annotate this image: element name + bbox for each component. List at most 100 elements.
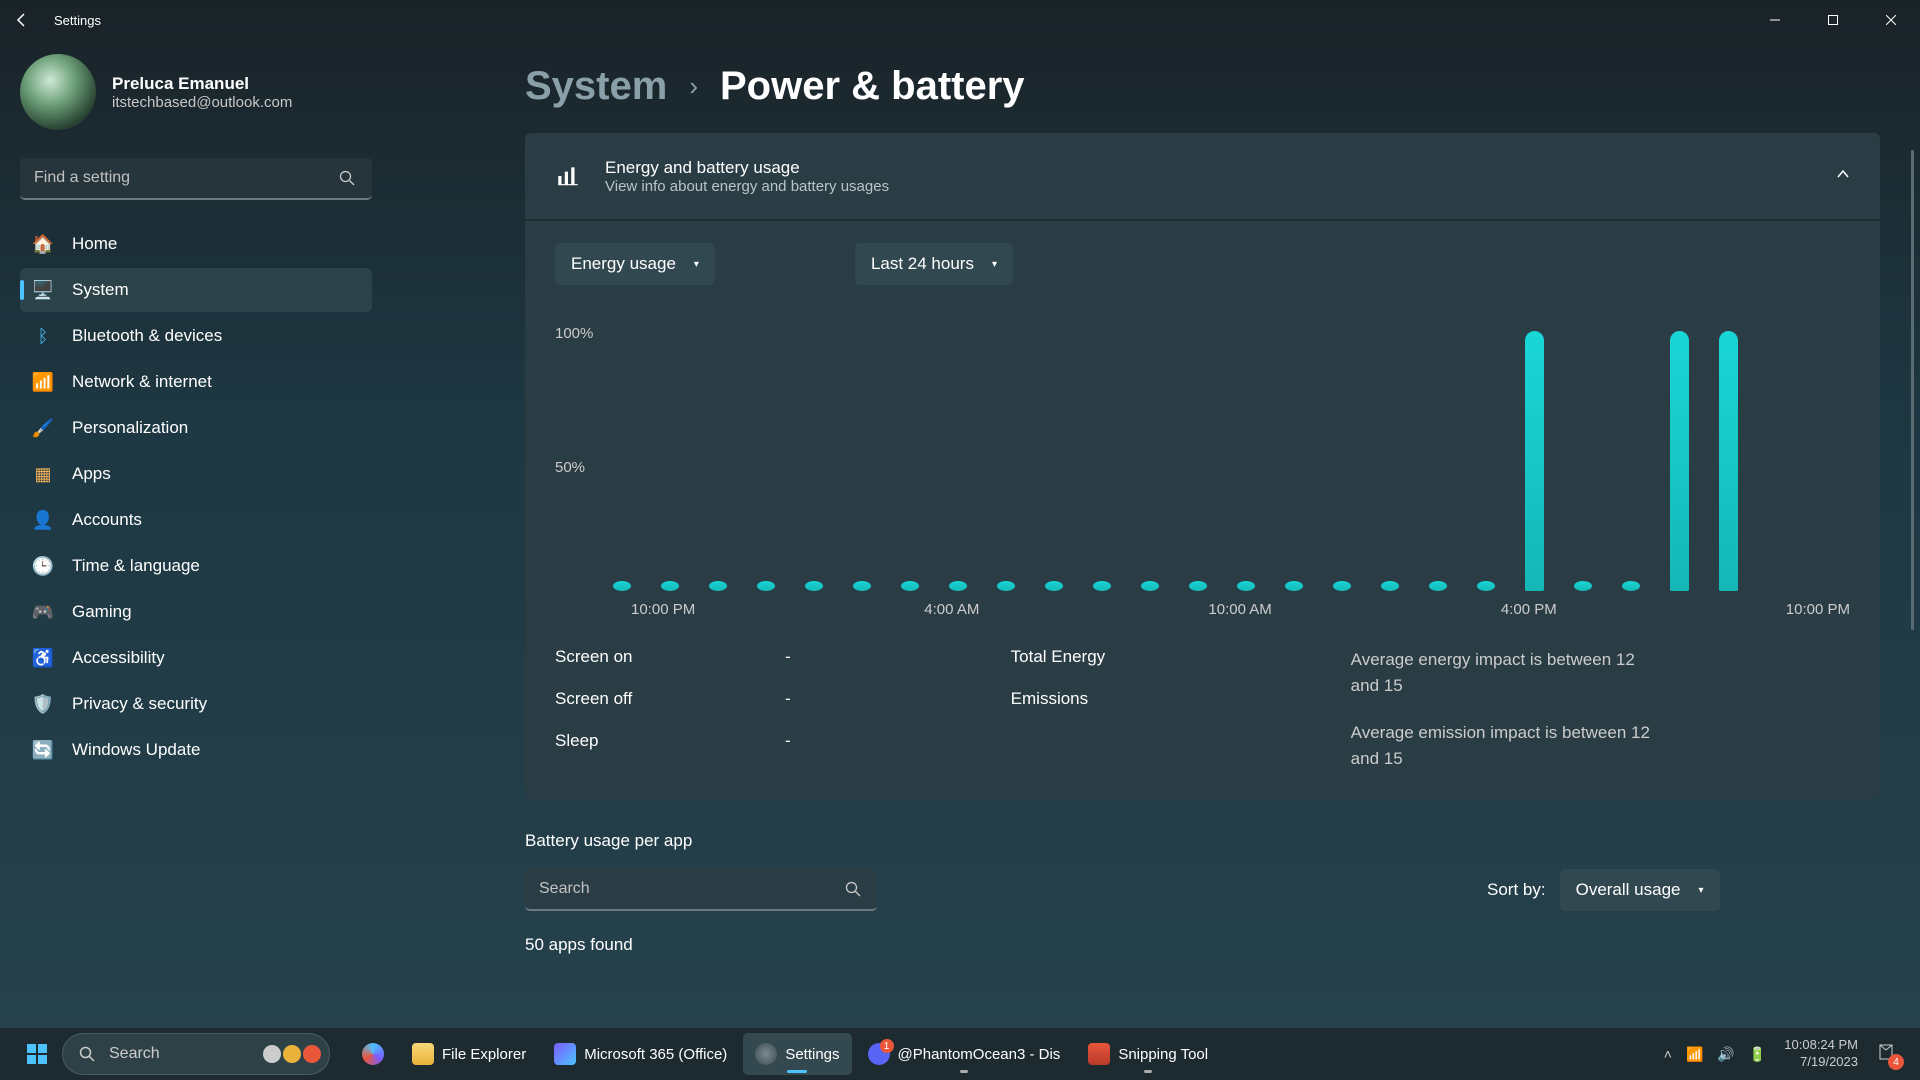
- nav-list: 🏠Home 🖥️System ᛒBluetooth & devices 📶Net…: [20, 222, 375, 772]
- sort-dropdown[interactable]: Overall usage ▾: [1560, 869, 1720, 911]
- chart-bar[interactable]: [901, 581, 919, 591]
- breadcrumb: System › Power & battery: [525, 64, 1880, 109]
- chart-bar[interactable]: [1333, 581, 1351, 591]
- card-subtitle: View info about energy and battery usage…: [605, 178, 889, 195]
- settings-search[interactable]: [20, 158, 375, 200]
- nav-privacy[interactable]: 🛡️Privacy & security: [20, 682, 372, 726]
- taskbar-settings[interactable]: Settings: [743, 1033, 851, 1075]
- search-icon: [845, 881, 861, 902]
- system-icon: 🖥️: [32, 279, 54, 301]
- energy-card-header[interactable]: Energy and battery usage View info about…: [525, 133, 1880, 219]
- update-icon: 🔄: [32, 739, 54, 761]
- search-icon: [79, 1046, 95, 1062]
- chevron-down-icon: ▾: [992, 259, 997, 270]
- metric-dropdown[interactable]: Energy usage ▾: [555, 243, 715, 285]
- start-button[interactable]: [20, 1037, 54, 1071]
- volume-icon[interactable]: 🔊: [1717, 1046, 1734, 1063]
- chart-bar[interactable]: [1093, 581, 1111, 591]
- card-title: Energy and battery usage: [605, 158, 889, 178]
- home-icon: 🏠: [32, 233, 54, 255]
- chart-bar[interactable]: [757, 581, 775, 591]
- taskbar-search[interactable]: Search: [62, 1033, 330, 1075]
- sleep-label: Sleep: [555, 731, 645, 751]
- chart-bar[interactable]: [1045, 581, 1063, 591]
- profile-name: Preluca Emanuel: [112, 74, 292, 94]
- back-button[interactable]: [8, 6, 36, 34]
- nav-accessibility[interactable]: ♿Accessibility: [20, 636, 372, 680]
- app-search-input[interactable]: [525, 869, 877, 911]
- taskbar-copilot[interactable]: [350, 1033, 396, 1075]
- chart-bar[interactable]: [1285, 581, 1303, 591]
- taskbar-file-explorer[interactable]: File Explorer: [400, 1033, 538, 1075]
- breadcrumb-root[interactable]: System: [525, 64, 667, 109]
- y-axis-100: 100%: [555, 325, 593, 342]
- nav-personalization[interactable]: 🖌️Personalization: [20, 406, 372, 450]
- chart-bar[interactable]: [949, 581, 967, 591]
- battery-icon[interactable]: 🔋: [1749, 1046, 1766, 1063]
- scrollbar[interactable]: [1911, 150, 1914, 630]
- snip-icon: [1088, 1043, 1110, 1065]
- nav-time[interactable]: 🕒Time & language: [20, 544, 372, 588]
- breadcrumb-current: Power & battery: [720, 64, 1025, 109]
- accessibility-icon: ♿: [32, 647, 54, 669]
- app-search[interactable]: [525, 869, 877, 911]
- apps-found-text: 50 apps found: [525, 935, 1880, 955]
- close-button[interactable]: [1862, 0, 1920, 40]
- chart-bar[interactable]: [1477, 581, 1495, 591]
- chart-bar[interactable]: [613, 581, 631, 591]
- nav-update[interactable]: 🔄Windows Update: [20, 728, 372, 772]
- taskbar-m365[interactable]: Microsoft 365 (Office): [542, 1033, 739, 1075]
- screen-on-label: Screen on: [555, 647, 645, 667]
- chart-bar[interactable]: [709, 581, 727, 591]
- taskbar-snipping[interactable]: Snipping Tool: [1076, 1033, 1220, 1075]
- chart-bar[interactable]: [661, 581, 679, 591]
- search-highlights-icon: [263, 1045, 321, 1063]
- chart-bar[interactable]: [1574, 581, 1592, 591]
- maximize-button[interactable]: [1804, 0, 1862, 40]
- clock-icon: 🕒: [32, 555, 54, 577]
- chart-bar[interactable]: [1525, 331, 1544, 591]
- settings-icon: [755, 1043, 777, 1065]
- nav-network[interactable]: 📶Network & internet: [20, 360, 372, 404]
- energy-card: Energy and battery usage View info about…: [525, 133, 1880, 799]
- nav-gaming[interactable]: 🎮Gaming: [20, 590, 372, 634]
- chart-bar[interactable]: [997, 581, 1015, 591]
- clock[interactable]: 10:08:24 PM 7/19/2023: [1784, 1037, 1858, 1071]
- chart-bar[interactable]: [1670, 331, 1689, 591]
- nav-accounts[interactable]: 👤Accounts: [20, 498, 372, 542]
- chevron-up-icon[interactable]: ˄: [1664, 1046, 1672, 1062]
- chevron-down-icon: ▾: [694, 259, 699, 270]
- notifications-button[interactable]: 4: [1876, 1042, 1900, 1066]
- system-tray[interactable]: ˄ 📶 🔊 🔋: [1664, 1046, 1767, 1063]
- wifi-icon[interactable]: 📶: [1686, 1046, 1703, 1063]
- range-dropdown[interactable]: Last 24 hours ▾: [855, 243, 1013, 285]
- chart-bar[interactable]: [1719, 331, 1738, 591]
- chart-bar[interactable]: [1141, 581, 1159, 591]
- m365-icon: [554, 1043, 576, 1065]
- minimize-button[interactable]: [1746, 0, 1804, 40]
- chart-bar[interactable]: [1622, 581, 1640, 591]
- nav-system[interactable]: 🖥️System: [20, 268, 372, 312]
- nav-bluetooth[interactable]: ᛒBluetooth & devices: [20, 314, 372, 358]
- discord-icon: 1: [868, 1043, 890, 1065]
- copilot-icon: [362, 1043, 384, 1065]
- bluetooth-icon: ᛒ: [32, 325, 54, 347]
- taskbar-discord[interactable]: 1@PhantomOcean3 - Dis: [856, 1033, 1073, 1075]
- chart-bar[interactable]: [1429, 581, 1447, 591]
- screen-on-value: -: [785, 647, 791, 667]
- app-title: Settings: [54, 13, 101, 28]
- chart-bar[interactable]: [805, 581, 823, 591]
- profile[interactable]: Preluca Emanuel itstechbased@outlook.com: [20, 54, 375, 130]
- chart-bar[interactable]: [853, 581, 871, 591]
- shield-icon: 🛡️: [32, 693, 54, 715]
- search-input[interactable]: [20, 158, 372, 200]
- chart-bar[interactable]: [1237, 581, 1255, 591]
- chart-bar[interactable]: [1189, 581, 1207, 591]
- gaming-icon: 🎮: [32, 601, 54, 623]
- chart-bar[interactable]: [1381, 581, 1399, 591]
- emissions-label: Emissions: [1011, 689, 1131, 709]
- nav-apps[interactable]: ▦Apps: [20, 452, 372, 496]
- y-axis-50: 50%: [555, 459, 585, 476]
- folder-icon: [412, 1043, 434, 1065]
- nav-home[interactable]: 🏠Home: [20, 222, 372, 266]
